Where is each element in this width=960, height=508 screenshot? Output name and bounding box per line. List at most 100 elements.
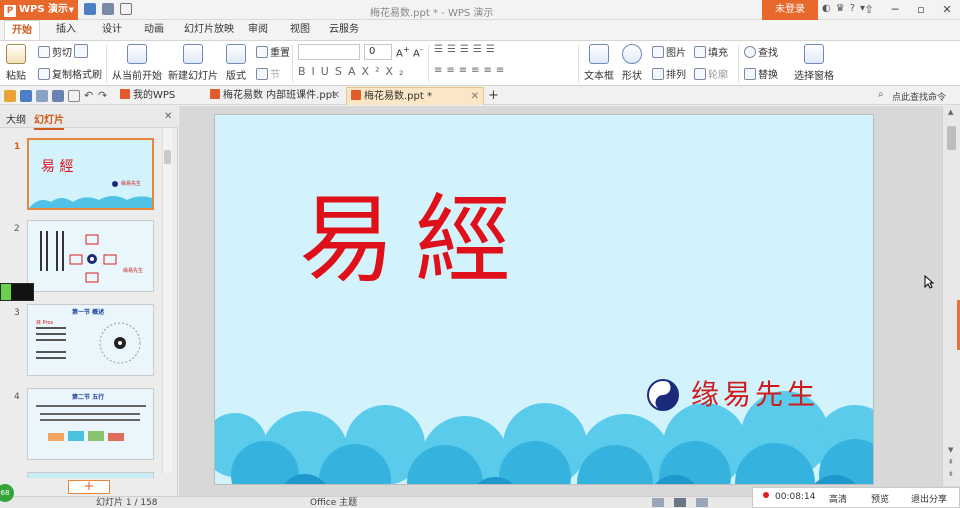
window-title: 梅花易数.ppt * - WPS 演示 bbox=[370, 8, 494, 19]
slides-tab[interactable]: 幻灯片 bbox=[34, 111, 64, 130]
thumbnail-scrollbar[interactable] bbox=[162, 128, 172, 473]
tab-slideshow[interactable]: 幻灯片放映 bbox=[178, 20, 240, 40]
paragraph-list-buttons[interactable]: ☰☰☰☰☰ bbox=[434, 44, 499, 55]
font-style-buttons[interactable]: BIUSAX²X₂ bbox=[298, 65, 409, 78]
redo-icon[interactable]: ↷ bbox=[98, 90, 110, 102]
copy-button[interactable]: 复制 bbox=[38, 66, 72, 81]
tab-review[interactable]: 审阅 bbox=[240, 20, 276, 40]
slide-thumbnail-4[interactable]: 第二节 五行 bbox=[27, 388, 154, 460]
cloud-background bbox=[215, 115, 873, 484]
slide-thumbnail-2[interactable]: 缘易先生 bbox=[27, 220, 154, 292]
new-tab-icon[interactable]: + bbox=[488, 87, 499, 104]
undo-icon[interactable] bbox=[120, 3, 132, 15]
from-current-button[interactable]: 从当前开始 bbox=[112, 44, 162, 82]
search-command[interactable]: 点此查找命令 bbox=[892, 90, 946, 103]
slide-thumbnail-5[interactable] bbox=[27, 472, 154, 478]
undo-icon[interactable]: ↶ bbox=[84, 90, 96, 102]
tab-animation[interactable]: 动画 bbox=[136, 20, 172, 40]
save-icon[interactable] bbox=[20, 90, 32, 102]
exit-share-button[interactable]: 退出分享 bbox=[911, 492, 947, 505]
shirt-icon[interactable]: ♛ bbox=[836, 3, 845, 14]
scroll-thumb[interactable] bbox=[947, 126, 956, 150]
record-time: 00:08:14 bbox=[775, 492, 816, 502]
next-slide-icon[interactable]: ⇟ bbox=[948, 470, 954, 478]
layout-button[interactable]: 版式 bbox=[226, 44, 246, 82]
close-tab-icon[interactable]: ✕ bbox=[471, 88, 479, 106]
new-slide-button[interactable]: 新建幻灯片 bbox=[168, 44, 218, 82]
add-slide-button[interactable]: + bbox=[68, 480, 110, 494]
slide-title-char-2: 經 bbox=[415, 184, 511, 296]
font-size-box[interactable]: 0 bbox=[364, 44, 392, 60]
arrange-button[interactable]: 排列 bbox=[652, 66, 686, 81]
replace-button[interactable]: 替换 bbox=[744, 66, 778, 81]
prev-slide-icon[interactable]: ⇞ bbox=[948, 458, 954, 466]
format-painter-icon[interactable] bbox=[74, 44, 90, 59]
close-pane-icon[interactable]: ✕ bbox=[164, 111, 172, 122]
tab-cloud[interactable]: 云服务 bbox=[324, 20, 364, 40]
outline-button[interactable]: 轮廓 bbox=[694, 66, 728, 81]
tab-view[interactable]: 视图 bbox=[282, 20, 318, 40]
slide-canvas[interactable]: 易 經 缘易先生 bbox=[214, 114, 874, 485]
normal-view-icon[interactable] bbox=[652, 498, 664, 507]
thumb-3-art bbox=[36, 322, 141, 364]
doc-tab-mywps[interactable]: 我的WPS bbox=[116, 87, 202, 105]
thumb-1-author: 缘易先生 bbox=[121, 181, 142, 187]
tab-home[interactable]: 开始 bbox=[4, 20, 40, 40]
sorter-view-icon[interactable] bbox=[674, 498, 686, 507]
paste-button[interactable]: 粘贴 bbox=[6, 44, 26, 82]
selection-pane-button[interactable]: 选择窗格 bbox=[794, 44, 834, 82]
tab-design[interactable]: 设计 bbox=[94, 20, 130, 40]
format-painter-button[interactable]: 格式刷 bbox=[72, 66, 102, 81]
textbox-button[interactable]: 文本框 bbox=[584, 44, 614, 82]
search-icon[interactable]: ⌕ bbox=[878, 89, 884, 100]
open-icon[interactable] bbox=[4, 90, 16, 102]
font-name-box[interactable] bbox=[298, 44, 360, 60]
reset-button[interactable]: 重置 bbox=[256, 44, 290, 59]
close-tab-icon[interactable]: ✕ bbox=[332, 87, 340, 105]
app-menu-button[interactable]: P WPS 演示 ▼ bbox=[0, 0, 78, 20]
skin-icon[interactable]: ◐ bbox=[822, 3, 831, 14]
restore-icon[interactable]: ⇧ bbox=[856, 0, 882, 20]
fill-button[interactable]: 填充 bbox=[694, 44, 728, 59]
maximize-icon[interactable]: ▫ bbox=[908, 0, 934, 20]
minimize-icon[interactable]: ─ bbox=[882, 0, 908, 20]
scroll-down-icon[interactable]: ▼ bbox=[948, 446, 953, 454]
arrange-icon bbox=[652, 68, 664, 80]
brush-icon bbox=[74, 44, 88, 58]
thumb-4-art bbox=[36, 405, 146, 441]
scroll-up-icon[interactable]: ▲ bbox=[948, 108, 953, 116]
textbox-icon bbox=[589, 44, 609, 64]
shape-button[interactable]: 形状 bbox=[622, 44, 642, 82]
slide-thumbnail-1[interactable]: 易 經 缘易先生 bbox=[27, 138, 154, 210]
green-indicator bbox=[0, 283, 34, 301]
paste-label: 粘贴 bbox=[6, 71, 26, 82]
shape-label: 形状 bbox=[622, 71, 642, 82]
section-button[interactable]: 节 bbox=[256, 66, 280, 81]
reading-view-icon[interactable] bbox=[696, 498, 708, 507]
hd-button[interactable]: 高清 bbox=[829, 492, 847, 505]
find-button[interactable]: 查找 bbox=[744, 44, 778, 59]
separator bbox=[738, 45, 739, 83]
export-icon[interactable] bbox=[36, 90, 48, 102]
preview-icon[interactable] bbox=[68, 90, 80, 102]
cut-button[interactable]: 剪切 bbox=[38, 44, 72, 59]
help-icon[interactable]: ? bbox=[850, 3, 855, 14]
picture-button[interactable]: 图片 bbox=[652, 44, 686, 59]
scroll-thumb[interactable] bbox=[164, 150, 171, 164]
font-size-buttons[interactable]: A+ A- bbox=[396, 44, 423, 59]
print-icon[interactable] bbox=[52, 90, 64, 102]
doc-tab-active[interactable]: 梅花易数.ppt * ✕ bbox=[346, 87, 484, 105]
paragraph-align-buttons[interactable]: ≡≡≡≡≡≡ bbox=[434, 65, 508, 76]
thumb-2-art bbox=[28, 221, 153, 291]
save-icon[interactable] bbox=[84, 3, 96, 15]
tab-insert[interactable]: 插入 bbox=[48, 20, 84, 40]
editor-scrollbar[interactable]: ▲ ▼ ⇞ ⇟ bbox=[942, 106, 960, 486]
new-slide-label: 新建幻灯片 bbox=[168, 71, 218, 82]
slide-thumbnail-3[interactable]: 第一节 概述 目 Pros bbox=[27, 304, 154, 376]
login-button[interactable]: 未登录 bbox=[762, 0, 818, 20]
doc-tab-internal[interactable]: 梅花易数 内部班课件.ppt *✕ bbox=[206, 87, 344, 119]
print-icon[interactable] bbox=[102, 3, 114, 15]
outline-tab[interactable]: 大纲 bbox=[6, 111, 26, 126]
close-icon[interactable]: ✕ bbox=[934, 0, 960, 20]
preview-button[interactable]: 预览 bbox=[871, 492, 889, 505]
